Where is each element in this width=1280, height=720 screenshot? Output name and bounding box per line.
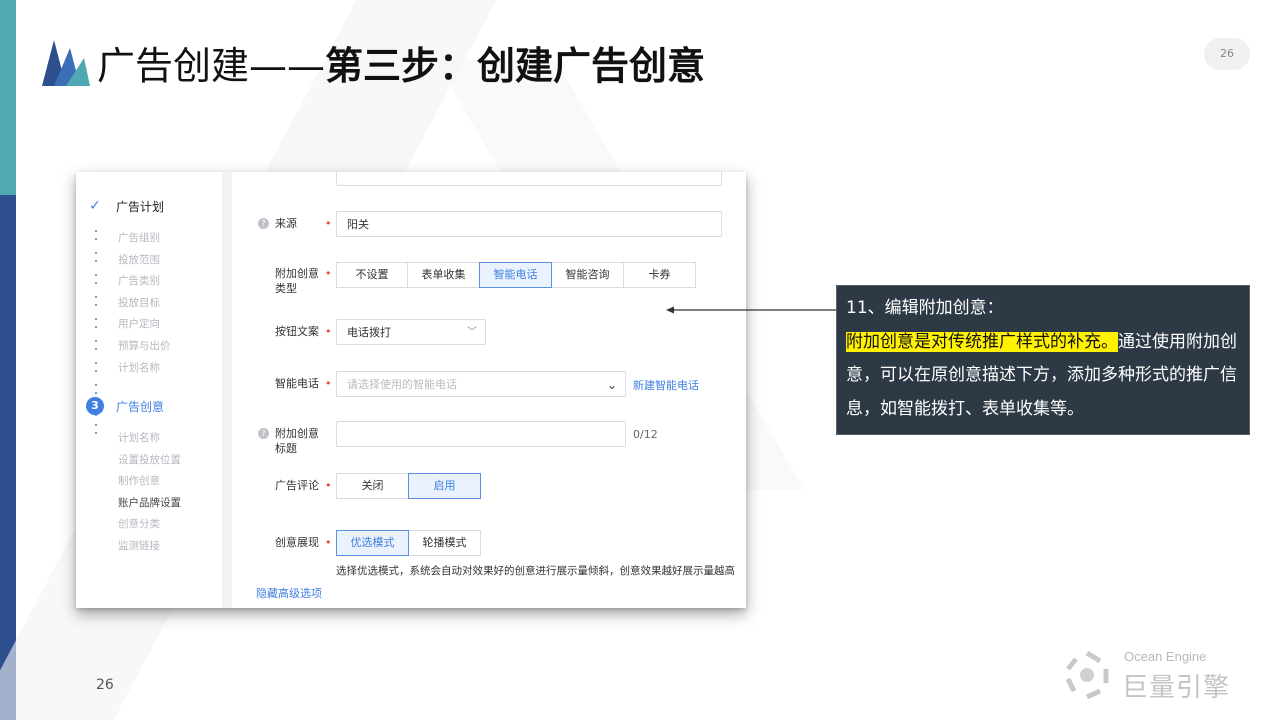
check-icon: ✓ [89,198,101,214]
slide-logo-icon [42,40,90,86]
sidebar-creative-label: 广告创意 [116,399,165,414]
panel-divider [222,172,232,608]
title-light: 广告创建—— [97,44,326,88]
display-option-selected[interactable]: 优选模式 [336,530,409,556]
sidebar-item[interactable]: 计划名称 [118,360,160,375]
extra-type-segmented: 不设置 表单收集 智能电话 智能咨询 卡券 [336,262,696,288]
sidebar-plan-label: 广告计划 [116,199,165,214]
required-mark: • [325,377,332,390]
sidebar-item[interactable]: 计划名称 [118,430,160,445]
previous-field-input[interactable] [336,172,722,186]
comment-option-selected[interactable]: 启用 [408,473,481,499]
sidebar-item[interactable]: 投放目标 [118,295,160,310]
source-label: 来源 [275,217,297,230]
comment-label: 广告评论 [275,479,319,492]
brand-chinese-name: 巨量引擎 [1122,673,1231,703]
required-mark: • [325,267,332,280]
extra-title-input[interactable] [336,421,626,447]
callout-highlight: 附加创意是对传统推广样式的补充。 [846,331,1118,352]
pointer-arrow [666,306,836,314]
extra-type-option[interactable]: 表单收集 [407,262,480,288]
sidebar-item[interactable]: 广告组别 [118,230,160,245]
page-number: 26 [96,677,114,693]
source-input[interactable]: 阳关 [336,211,722,237]
sidebar-item[interactable]: 用户定向 [118,316,160,331]
button-text-select[interactable]: 电话拨打 ﹀ [336,319,486,345]
display-segmented: 优选模式 轮播模式 [336,530,481,556]
extra-type-option[interactable]: 不设置 [336,262,408,288]
comment-segmented: 关闭 启用 [336,473,481,499]
required-mark: • [325,536,332,549]
page-badge: 26 [1204,38,1250,70]
sidebar-item[interactable]: 监测链接 [118,538,160,553]
extra-type-option[interactable]: 智能咨询 [551,262,624,288]
step-sidebar: ✓ 广告计划 广告组别 投放范围 广告类别 投放目标 用户定向 预算与出价 计划… [76,172,222,608]
extra-type-label: 附加创意类型 [275,267,319,295]
embedded-screenshot: ✓ 广告计划 广告组别 投放范围 广告类别 投放目标 用户定向 预算与出价 计划… [76,172,746,608]
callout-heading: 11、编辑附加创意： [846,298,1004,318]
step-number-badge: 3 [86,397,104,415]
left-accent-bar [0,0,16,720]
hide-advanced-link[interactable]: 隐藏高级选项 [256,585,322,601]
smart-phone-select[interactable]: 请选择使用的智能电话 ⌄ [336,371,626,397]
button-text-value: 电话拨打 [347,326,391,339]
extra-type-option[interactable]: 卡券 [623,262,696,288]
chevron-down-icon: ⌄ [606,378,617,392]
sidebar-item[interactable]: 投放范围 [118,252,160,267]
required-mark: • [325,325,332,338]
sidebar-item[interactable]: 创意分类 [118,516,160,531]
display-hint: 选择优选模式，系统会自动对效果好的创意进行展示量倾斜，创意效果越好展示量越高 [336,565,735,577]
display-label: 创意展现 [275,536,319,549]
brand-english-name: Ocean Engine [1124,649,1207,664]
sidebar-item-active[interactable]: 账户品牌设置 [118,495,181,510]
sidebar-item[interactable]: 设置投放位置 [118,452,181,467]
help-icon[interactable]: ? [258,218,269,229]
title-bold: 第三步：创建广告创意 [325,44,706,88]
page-title: 广告创建——第三步：创建广告创意 [97,40,705,92]
chevron-down-icon: ﹀ [467,327,477,338]
annotation-callout: 11、编辑附加创意： 附加创意是对传统推广样式的补充。通过使用附加创意，可以在原… [836,285,1250,435]
extra-title-label: 附加创意标题 [275,427,319,455]
sidebar-item[interactable]: 预算与出价 [118,338,171,353]
comment-option[interactable]: 关闭 [336,473,409,499]
brand-watermark: Ocean Engine 巨量引擎 [1060,645,1260,705]
accent-bar-teal-segment [0,0,16,195]
ocean-engine-logo-icon [1065,650,1109,700]
extra-type-option-selected[interactable]: 智能电话 [479,262,552,288]
required-mark: • [325,479,332,492]
button-text-label: 按钮文案 [275,325,319,338]
sidebar-item[interactable]: 制作创意 [118,473,160,488]
sidebar-creative-heading[interactable]: 3 广告创意 [86,397,164,415]
sidebar-item[interactable]: 广告类别 [118,273,160,288]
smart-phone-placeholder: 请选择使用的智能电话 [347,378,457,391]
extra-title-counter: 0/12 [633,428,658,441]
smart-phone-label: 智能电话 [275,377,319,390]
help-icon[interactable]: ? [258,428,269,439]
new-smart-phone-link[interactable]: 新建智能电话 [633,377,699,393]
creative-form: ? 来源 • 阳关 附加创意类型 • 不设置 表单收集 智能电话 智能咨询 卡券… [232,172,746,608]
required-mark: • [325,217,332,230]
sidebar-plan-heading[interactable]: ✓ 广告计划 [86,197,164,215]
display-option[interactable]: 轮播模式 [408,530,481,556]
